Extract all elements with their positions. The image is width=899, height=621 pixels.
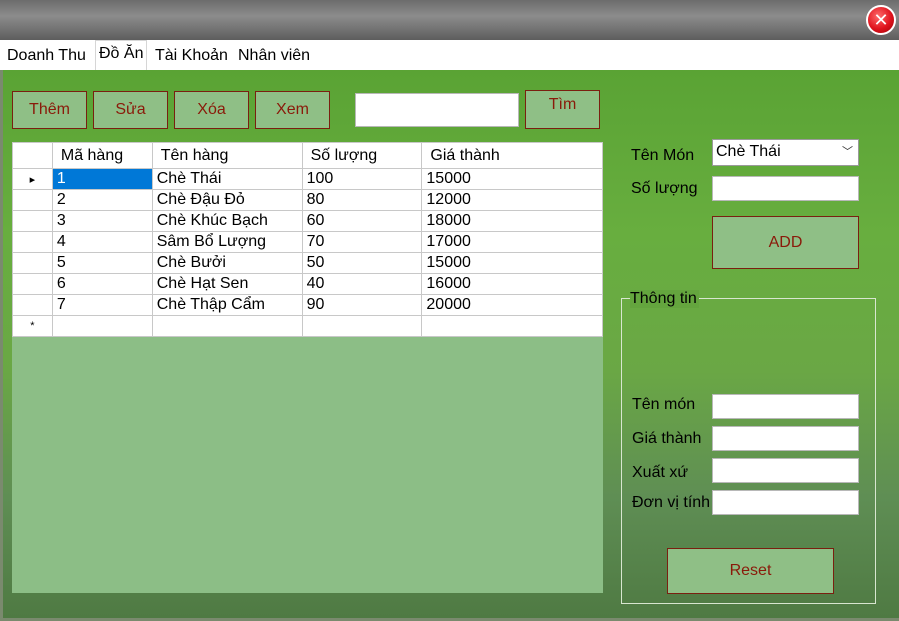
info-price-field[interactable] (712, 426, 859, 451)
cell-ten-hang[interactable]: Chè Đậu Đỏ (151, 189, 303, 211)
info-origin-field[interactable] (712, 458, 859, 483)
items-table: Mã hàng Tên hàng Số lượng Giá thành ▸ 1 … (12, 142, 603, 337)
table-row[interactable]: 7 Chè Thập Cẩm 90 20000 (12, 294, 603, 316)
row-header[interactable] (12, 273, 53, 295)
column-header-gia-thanh[interactable]: Giá thành (421, 142, 603, 169)
cell-gia-thanh[interactable]: 12000 (421, 189, 603, 211)
cell-ten-hang[interactable]: Chè Khúc Bạch (151, 210, 303, 232)
chevron-down-icon[interactable]: ﹀ (842, 140, 853, 164)
column-header-ten-hang[interactable]: Tên hàng (151, 142, 303, 169)
add-item-button[interactable]: Thêm (12, 91, 87, 129)
add-order-button[interactable]: ADD (712, 216, 859, 269)
cell-ma-hang[interactable] (51, 315, 153, 337)
column-header-so-luong[interactable]: Số lượng (301, 142, 423, 169)
info-unit-label: Đơn vị tính (632, 494, 711, 511)
table-row[interactable]: 6 Chè Hạt Sen 40 16000 (12, 273, 603, 295)
cell-so-luong[interactable]: 40 (301, 273, 423, 295)
cell-so-luong[interactable]: 50 (301, 252, 423, 274)
info-unit-field[interactable] (712, 490, 859, 515)
tab-doanh-thu[interactable]: Doanh Thu (4, 43, 89, 69)
close-icon[interactable]: ✕ (866, 5, 896, 35)
info-name-field[interactable] (712, 394, 859, 419)
table-row[interactable]: 3 Chè Khúc Bạch 60 18000 (12, 210, 603, 232)
cell-ma-hang[interactable]: 7 (51, 294, 153, 316)
cell-gia-thanh[interactable]: 15000 (421, 168, 603, 190)
tab-tai-khoan[interactable]: Tài Khoản (152, 43, 231, 69)
cell-so-luong[interactable] (301, 315, 423, 337)
row-header[interactable] (12, 294, 53, 316)
cell-gia-thanh[interactable]: 20000 (421, 294, 603, 316)
row-header[interactable] (12, 252, 53, 274)
cell-gia-thanh[interactable]: 17000 (421, 231, 603, 253)
quantity-input[interactable] (712, 176, 859, 201)
cell-ten-hang[interactable]: Chè Thái (151, 168, 303, 190)
table-row[interactable]: 4 Sâm Bổ Lượng 70 17000 (12, 231, 603, 253)
table-row[interactable]: 2 Chè Đậu Đỏ 80 12000 (12, 189, 603, 211)
cell-so-luong[interactable]: 60 (301, 210, 423, 232)
cell-so-luong[interactable]: 80 (301, 189, 423, 211)
edit-item-button[interactable]: Sửa (93, 91, 168, 129)
window-title-bar (0, 0, 899, 40)
cell-ten-hang[interactable]: Sâm Bổ Lượng (151, 231, 303, 253)
new-row-indicator[interactable]: * (12, 315, 53, 337)
cell-gia-thanh[interactable]: 18000 (421, 210, 603, 232)
table-row[interactable]: ▸ 1 Chè Thái 100 15000 (12, 168, 603, 190)
items-grid: Mã hàng Tên hàng Số lượng Giá thành ▸ 1 … (12, 142, 603, 593)
table-row[interactable]: 5 Chè Bưởi 50 15000 (12, 252, 603, 274)
row-header[interactable] (12, 189, 53, 211)
cell-ten-hang[interactable]: Chè Bưởi (151, 252, 303, 274)
dish-name-label: Tên Món (631, 147, 695, 164)
view-items-button[interactable]: Xem (255, 91, 330, 129)
cell-ten-hang[interactable]: Chè Thập Cẩm (151, 294, 303, 316)
cell-ma-hang[interactable]: 4 (51, 231, 153, 253)
cell-ma-hang[interactable]: 3 (51, 210, 153, 232)
row-header[interactable] (12, 210, 53, 232)
cell-ma-hang[interactable]: 5 (51, 252, 153, 274)
cell-so-luong[interactable]: 100 (301, 168, 423, 190)
quantity-label: Số lượng (631, 180, 698, 197)
info-name-label: Tên món (632, 396, 696, 413)
row-header[interactable] (12, 231, 53, 253)
cell-ma-hang[interactable]: 2 (51, 189, 153, 211)
tab-do-an[interactable]: Đồ Ăn (95, 40, 148, 70)
info-price-label: Giá thành (632, 430, 702, 447)
info-origin-label: Xuất xứ (632, 464, 689, 481)
tab-nhan-vien[interactable]: Nhân viên (235, 43, 313, 69)
cell-gia-thanh[interactable]: 15000 (421, 252, 603, 274)
cell-so-luong[interactable]: 70 (301, 231, 423, 253)
cell-ten-hang[interactable] (151, 315, 303, 337)
reset-button[interactable]: Reset (667, 548, 834, 594)
row-header-corner (12, 142, 53, 169)
cell-ma-hang[interactable]: 6 (51, 273, 153, 295)
dish-select-value: Chè Thái (716, 143, 781, 160)
cell-so-luong[interactable]: 90 (301, 294, 423, 316)
cell-ten-hang[interactable]: Chè Hạt Sen (151, 273, 303, 295)
table-header-row: Mã hàng Tên hàng Số lượng Giá thành (12, 142, 603, 169)
cell-gia-thanh[interactable]: 16000 (421, 273, 603, 295)
column-header-ma-hang[interactable]: Mã hàng (51, 142, 153, 169)
search-button[interactable]: Tìm (525, 90, 600, 129)
cell-ma-hang[interactable]: 1 (51, 168, 153, 190)
info-group-title: Thông tin (630, 290, 699, 308)
dish-select[interactable]: Chè Thái ﹀ (712, 139, 859, 166)
current-row-indicator[interactable]: ▸ (12, 168, 53, 190)
delete-item-button[interactable]: Xóa (174, 91, 249, 129)
search-input[interactable] (355, 93, 519, 127)
new-row[interactable]: * (12, 315, 603, 337)
cell-gia-thanh[interactable] (421, 315, 603, 337)
